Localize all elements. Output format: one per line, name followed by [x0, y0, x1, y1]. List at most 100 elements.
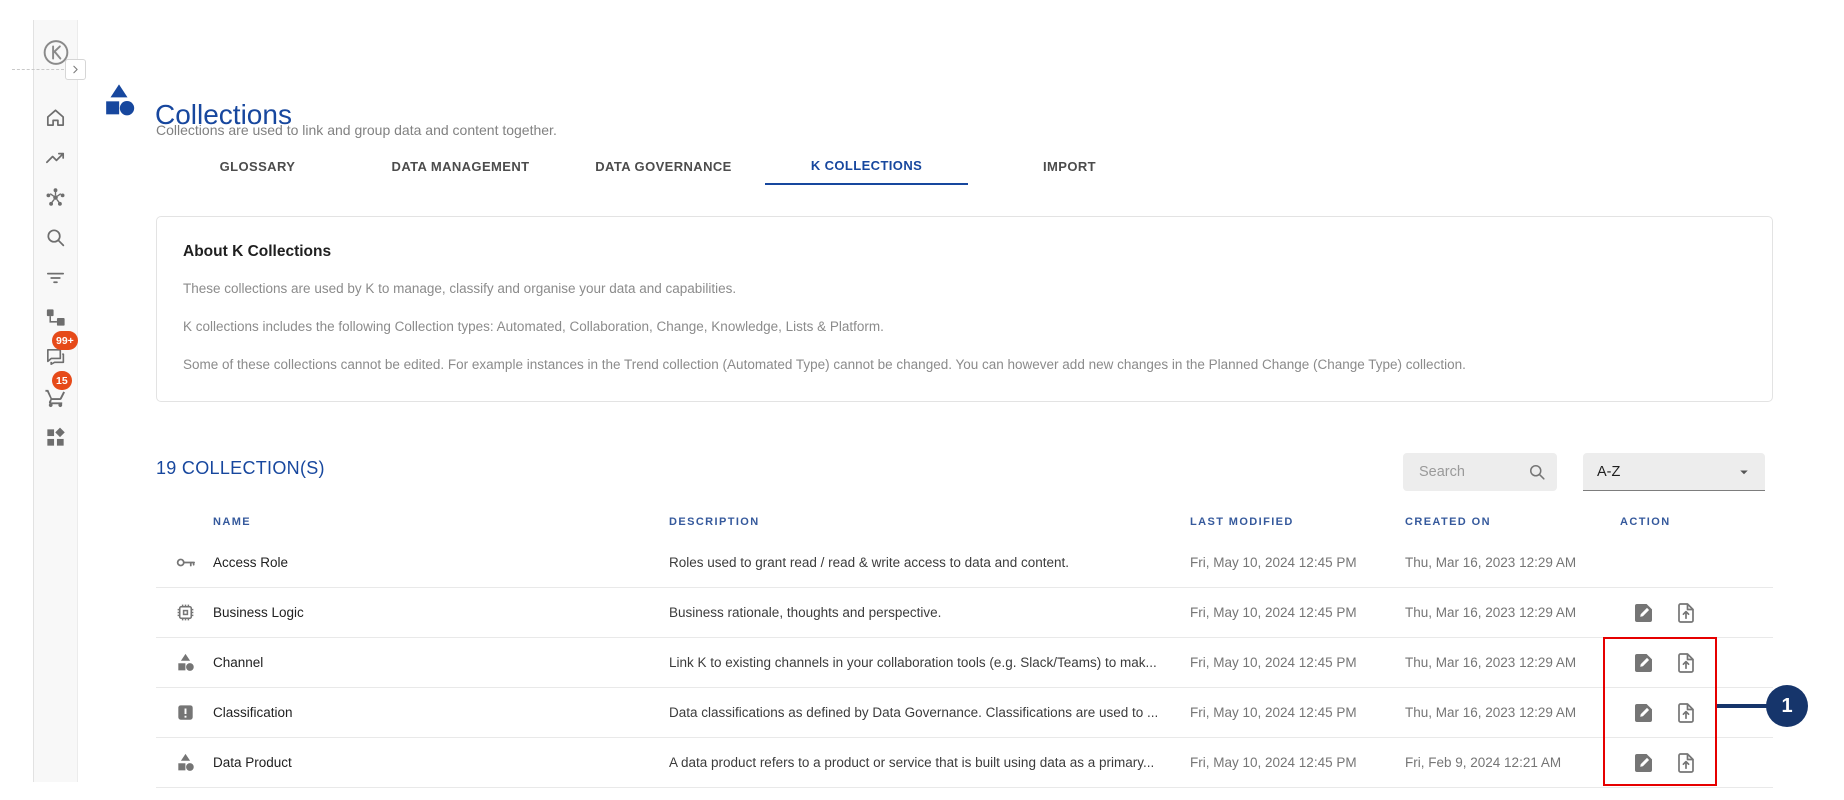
page-subtitle: Collections are used to link and group d… [156, 122, 557, 138]
shapes-icon [174, 651, 197, 674]
last-modified-value: Fri, May 10, 2024 12:45 PM [1190, 705, 1405, 720]
last-modified-value: Fri, May 10, 2024 12:45 PM [1190, 655, 1405, 670]
row-actions [1620, 651, 1773, 675]
column-header-action: ACTION [1620, 516, 1773, 528]
tab-import[interactable]: IMPORT [968, 148, 1171, 185]
table-row[interactable]: ChannelLink K to existing channels in yo… [156, 638, 1773, 688]
table-body: Access RoleRoles used to grant read / re… [156, 538, 1773, 788]
sort-value: A-Z [1597, 464, 1735, 480]
import-collection-button[interactable] [1674, 751, 1698, 775]
created-on-value: Thu, Mar 16, 2023 12:29 AM [1405, 655, 1620, 670]
created-on-value: Fri, Feb 9, 2024 12:21 AM [1405, 755, 1620, 770]
collections-page: 99+15 Collections Collections are used t… [0, 0, 1844, 800]
collection-count-label: 19 COLLECTION(S) [156, 458, 325, 479]
search-icon [44, 226, 67, 249]
created-on-value: Thu, Mar 16, 2023 12:29 AM [1405, 605, 1620, 620]
edit-document-icon [1632, 701, 1656, 725]
about-title: About K Collections [183, 243, 1746, 261]
import-collection-button[interactable] [1674, 701, 1698, 725]
table-header-row: NAMEDESCRIPTIONLAST MODIFIEDCREATED ONAC… [156, 505, 1773, 538]
about-paragraph: These collections are used by K to manag… [183, 281, 1746, 296]
sidebar-item-search[interactable] [34, 217, 77, 257]
collection-name: Channel [213, 655, 669, 670]
about-paragraph: Some of these collections cannot be edit… [183, 357, 1746, 372]
tab-data-management[interactable]: DATA MANAGEMENT [359, 148, 562, 185]
tab-bar: GLOSSARYDATA MANAGEMENTDATA GOVERNANCEK … [156, 148, 1171, 185]
notification-badge: 15 [52, 371, 72, 390]
upload-file-icon [1674, 601, 1698, 625]
table-row[interactable]: Access RoleRoles used to grant read / re… [156, 538, 1773, 588]
sidebar-item-trends[interactable] [34, 137, 77, 177]
table-row[interactable]: Data ProductA data product refers to a p… [156, 738, 1773, 788]
sidebar-item-network[interactable] [34, 177, 77, 217]
column-header-last-modified: LAST MODIFIED [1190, 516, 1405, 528]
search-icon[interactable] [1527, 462, 1547, 482]
notification-badge: 99+ [52, 331, 78, 350]
trending-up-icon [44, 146, 67, 169]
chevron-down-icon [1735, 463, 1753, 481]
table-row[interactable]: ClassificationData classifications as de… [156, 688, 1773, 738]
collections-shapes-icon [99, 79, 139, 121]
collection-name: Data Product [213, 755, 669, 770]
sidebar-expand-button[interactable] [65, 59, 86, 80]
chip-icon [174, 601, 197, 624]
row-actions [1620, 601, 1773, 625]
edit-document-icon [1632, 601, 1656, 625]
tab-data-governance[interactable]: DATA GOVERNANCE [562, 148, 765, 185]
row-actions [1620, 751, 1773, 775]
upload-file-icon [1674, 651, 1698, 675]
last-modified-value: Fri, May 10, 2024 12:45 PM [1190, 555, 1405, 570]
hub-icon [44, 186, 67, 209]
last-modified-value: Fri, May 10, 2024 12:45 PM [1190, 605, 1405, 620]
collection-description: Roles used to grant read / read & write … [669, 555, 1190, 570]
collection-description: A data product refers to a product or se… [669, 755, 1190, 770]
row-actions [1620, 701, 1773, 725]
table-row[interactable]: Business LogicBusiness rationale, though… [156, 588, 1773, 638]
created-on-value: Thu, Mar 16, 2023 12:29 AM [1405, 705, 1620, 720]
search-input[interactable] [1417, 463, 1527, 481]
filter-icon [44, 266, 67, 289]
tab-glossary[interactable]: GLOSSARY [156, 148, 359, 185]
about-card: About K Collections These collections ar… [156, 216, 1773, 402]
collections-table: NAMEDESCRIPTIONLAST MODIFIEDCREATED ONAC… [156, 505, 1773, 788]
sidebar-item-chat[interactable]: 99+ [34, 337, 77, 377]
import-collection-button[interactable] [1674, 601, 1698, 625]
sidebar-item-home[interactable] [34, 97, 77, 137]
edit-document-icon [1632, 751, 1656, 775]
last-modified-value: Fri, May 10, 2024 12:45 PM [1190, 755, 1405, 770]
sidebar: 99+15 [33, 20, 78, 782]
sort-dropdown[interactable]: A-Z [1583, 453, 1765, 491]
column-header-name: NAME [213, 516, 669, 528]
sidebar-divider [12, 69, 64, 70]
column-header-created-on: CREATED ON [1405, 516, 1620, 528]
edit-collection-button[interactable] [1632, 751, 1656, 775]
home-icon [44, 106, 67, 129]
collection-name: Business Logic [213, 605, 669, 620]
sitemap-icon [44, 306, 67, 329]
shapes-icon [174, 751, 197, 774]
search-box [1403, 453, 1557, 491]
collection-description: Link K to existing channels in your coll… [669, 655, 1190, 670]
collection-name: Classification [213, 705, 669, 720]
import-collection-button[interactable] [1674, 651, 1698, 675]
upload-file-icon [1674, 751, 1698, 775]
edit-collection-button[interactable] [1632, 701, 1656, 725]
edit-document-icon [1632, 651, 1656, 675]
tab-k-collections[interactable]: K COLLECTIONS [765, 148, 968, 185]
sidebar-item-apps[interactable] [34, 417, 77, 457]
upload-file-icon [1674, 701, 1698, 725]
apps-icon [44, 426, 67, 449]
edit-collection-button[interactable] [1632, 651, 1656, 675]
sidebar-item-cart[interactable]: 15 [34, 377, 77, 417]
collection-name: Access Role [213, 555, 669, 570]
column-header-description: DESCRIPTION [669, 516, 1190, 528]
sidebar-nav: 99+15 [34, 97, 77, 457]
key-icon [174, 551, 197, 574]
collection-description: Business rationale, thoughts and perspec… [669, 605, 1190, 620]
created-on-value: Thu, Mar 16, 2023 12:29 AM [1405, 555, 1620, 570]
edit-collection-button[interactable] [1632, 601, 1656, 625]
sidebar-item-filter[interactable] [34, 257, 77, 297]
collection-description: Data classifications as defined by Data … [669, 705, 1190, 720]
alert-icon [174, 701, 197, 724]
about-paragraph: K collections includes the following Col… [183, 319, 1746, 334]
